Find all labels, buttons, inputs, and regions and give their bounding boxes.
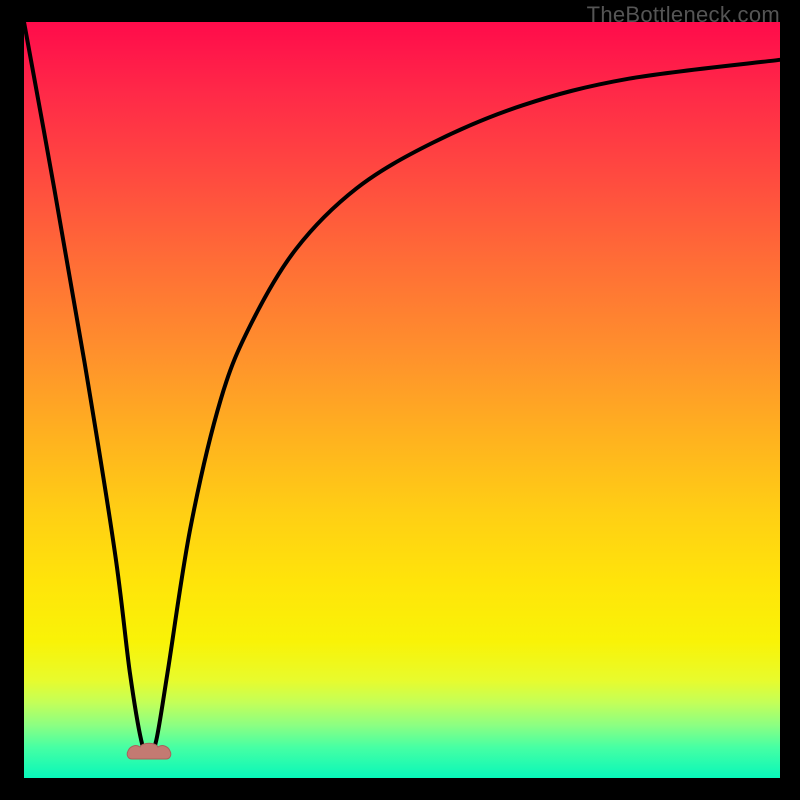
watermark-text: TheBottleneck.com xyxy=(587,2,780,28)
chart-frame: TheBottleneck.com xyxy=(0,0,800,800)
bottleneck-curve xyxy=(24,22,780,778)
plot-area xyxy=(24,22,780,778)
